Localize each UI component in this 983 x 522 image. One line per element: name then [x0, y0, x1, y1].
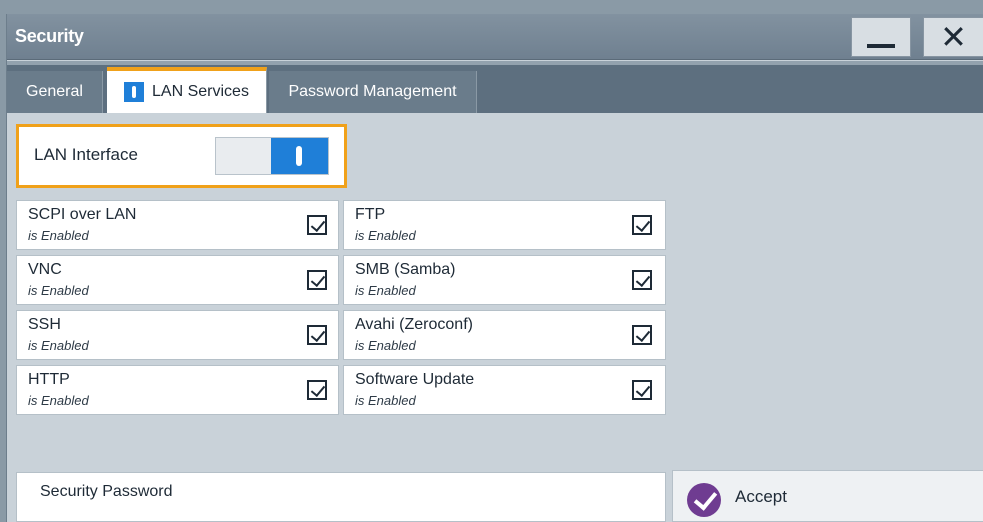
- service-avahi-zeroconf[interactable]: Avahi (Zeroconf) is Enabled: [343, 310, 666, 360]
- service-ssh[interactable]: SSH is Enabled: [16, 310, 339, 360]
- tab-label: LAN Services: [152, 83, 249, 100]
- service-status: is Enabled: [28, 228, 89, 243]
- service-name: SCPI over LAN: [28, 206, 137, 223]
- service-status: is Enabled: [28, 338, 89, 353]
- security-dialog: Security ✕ General LAN Services Password…: [6, 14, 983, 522]
- service-name: VNC: [28, 261, 62, 278]
- service-software-update[interactable]: Software Update is Enabled: [343, 365, 666, 415]
- lan-interface-toggle[interactable]: [215, 137, 329, 175]
- service-name: SMB (Samba): [355, 261, 456, 278]
- tab-lan-services[interactable]: LAN Services: [107, 67, 267, 113]
- service-status: is Enabled: [355, 228, 416, 243]
- service-status: is Enabled: [355, 283, 416, 298]
- service-smb-samba[interactable]: SMB (Samba) is Enabled: [343, 255, 666, 305]
- service-scpi-over-lan[interactable]: SCPI over LAN is Enabled: [16, 200, 339, 250]
- service-name: Avahi (Zeroconf): [355, 316, 473, 333]
- checkbox-checked-icon[interactable]: [632, 270, 652, 290]
- tab-bar: General LAN Services Password Management: [7, 61, 983, 113]
- checkbox-checked-icon[interactable]: [307, 325, 327, 345]
- service-name: HTTP: [28, 371, 70, 388]
- checkbox-checked-icon[interactable]: [632, 380, 652, 400]
- toggle-on-icon: [271, 138, 328, 174]
- checkbox-checked-icon[interactable]: [307, 380, 327, 400]
- lan-interface-label: LAN Interface: [34, 145, 138, 164]
- checkbox-checked-icon[interactable]: [307, 270, 327, 290]
- tab-label: General: [26, 83, 83, 100]
- service-status: is Enabled: [28, 393, 89, 408]
- checkbox-checked-icon[interactable]: [632, 215, 652, 235]
- lan-interface-row: LAN Interface: [16, 124, 347, 188]
- title-bar: Security ✕: [7, 14, 983, 60]
- accept-button[interactable]: Accept: [672, 470, 983, 522]
- checkbox-checked-icon[interactable]: [307, 215, 327, 235]
- checkbox-checked-icon[interactable]: [632, 325, 652, 345]
- minimize-icon: [867, 44, 895, 48]
- service-name: FTP: [355, 206, 386, 223]
- dialog-title: Security: [15, 26, 84, 46]
- service-ftp[interactable]: FTP is Enabled: [343, 200, 666, 250]
- service-status: is Enabled: [28, 283, 89, 298]
- close-icon: ✕: [940, 18, 967, 56]
- lan-services-panel: LAN Interface SCPI over LAN is Enabled F…: [7, 114, 983, 522]
- accept-label: Accept: [735, 487, 787, 506]
- tab-password-management[interactable]: Password Management: [269, 71, 477, 113]
- minimize-button[interactable]: [851, 17, 911, 57]
- close-button[interactable]: ✕: [923, 17, 983, 57]
- security-password-field[interactable]: Security Password: [16, 472, 666, 522]
- service-status: is Enabled: [355, 393, 416, 408]
- service-vnc[interactable]: VNC is Enabled: [16, 255, 339, 305]
- checkmark-icon: [687, 483, 721, 517]
- active-tab-icon: [124, 82, 145, 102]
- tab-label: Password Management: [288, 83, 457, 100]
- service-name: SSH: [28, 316, 61, 333]
- security-password-label: Security Password: [40, 483, 173, 500]
- tab-general[interactable]: General: [7, 71, 103, 113]
- service-name: Software Update: [355, 371, 475, 388]
- service-http[interactable]: HTTP is Enabled: [16, 365, 339, 415]
- service-status: is Enabled: [355, 338, 416, 353]
